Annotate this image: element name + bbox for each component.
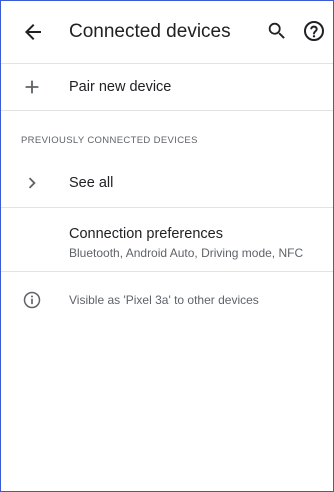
- connected-devices-screen: Connected devices Pair new device PREVIO…: [0, 0, 334, 492]
- info-divider: [1, 271, 333, 272]
- help-icon[interactable]: [302, 19, 326, 43]
- chevron-right-icon: [21, 172, 43, 194]
- see-all-label: See all: [69, 175, 114, 191]
- connection-preferences-title: Connection preferences: [69, 226, 223, 242]
- previously-connected-header: PREVIOUSLY CONNECTED DEVICES: [21, 135, 198, 146]
- section-divider: [1, 110, 333, 111]
- arrow-back-icon[interactable]: [21, 20, 45, 44]
- info-icon: [22, 290, 42, 310]
- pair-new-device-label: Pair new device: [69, 79, 172, 95]
- connection-preferences-summary: Bluetooth, Android Auto, Driving mode, N…: [69, 246, 304, 260]
- connection-preferences-row[interactable]: Connection preferences Bluetooth, Androi…: [1, 208, 333, 270]
- visibility-info-text: Visible as 'Pixel 3a' to other devices: [69, 293, 259, 307]
- pair-new-device-row[interactable]: Pair new device: [1, 64, 333, 110]
- page-title: Connected devices: [69, 21, 231, 42]
- plus-icon: [21, 76, 43, 98]
- see-all-row[interactable]: See all: [1, 161, 333, 205]
- app-bar: Connected devices: [1, 1, 333, 63]
- search-icon[interactable]: [266, 20, 288, 42]
